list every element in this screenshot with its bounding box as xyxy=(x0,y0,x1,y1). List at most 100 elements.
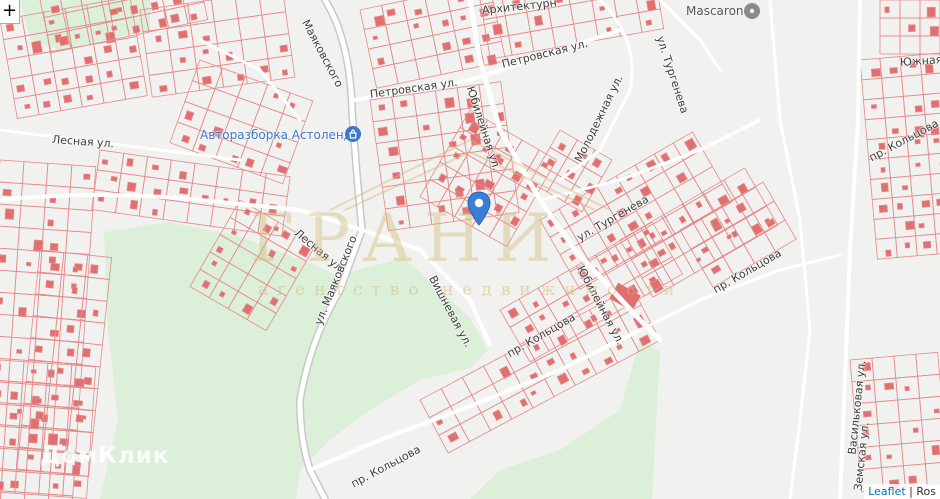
building xyxy=(35,411,44,420)
building xyxy=(126,181,137,193)
building xyxy=(83,376,93,386)
building xyxy=(89,264,99,275)
building xyxy=(63,94,73,104)
building xyxy=(918,223,925,229)
building xyxy=(533,15,544,27)
building xyxy=(169,13,180,24)
building xyxy=(2,188,12,197)
building xyxy=(904,242,911,249)
building xyxy=(281,69,289,76)
building xyxy=(889,67,898,74)
building xyxy=(0,481,4,491)
building xyxy=(72,266,79,273)
building xyxy=(66,348,75,357)
building xyxy=(49,329,59,337)
building xyxy=(926,7,936,18)
attribution-separator: | xyxy=(905,485,917,498)
building xyxy=(399,99,408,108)
building xyxy=(17,44,24,51)
building xyxy=(81,415,87,420)
building xyxy=(16,408,23,415)
poi-autoparts-label[interactable]: Авторазборка Астоленд xyxy=(200,128,352,142)
building xyxy=(95,30,102,36)
building xyxy=(915,162,921,167)
building xyxy=(155,35,162,43)
building xyxy=(129,4,139,15)
building xyxy=(111,25,118,32)
building xyxy=(599,5,606,12)
building xyxy=(10,480,19,489)
building xyxy=(110,175,118,182)
building xyxy=(908,24,916,32)
building xyxy=(61,77,70,86)
building xyxy=(486,54,498,66)
building xyxy=(116,6,123,13)
building xyxy=(151,208,159,216)
building xyxy=(492,23,504,36)
building xyxy=(645,19,653,26)
building xyxy=(129,80,140,90)
building xyxy=(34,397,42,404)
building xyxy=(150,1,159,11)
building xyxy=(441,41,452,52)
building xyxy=(85,75,94,84)
building xyxy=(914,105,923,113)
zoom-in-button[interactable]: + xyxy=(0,0,20,24)
building xyxy=(880,167,886,173)
building xyxy=(72,399,79,407)
building xyxy=(159,84,168,93)
building xyxy=(86,94,94,101)
building xyxy=(0,297,4,305)
shop-icon[interactable] xyxy=(345,126,361,142)
building xyxy=(109,7,119,16)
building xyxy=(9,412,18,420)
building xyxy=(103,44,113,54)
building xyxy=(29,418,40,430)
building xyxy=(73,480,82,488)
building xyxy=(896,202,904,210)
building xyxy=(27,454,35,460)
building xyxy=(4,208,15,220)
building xyxy=(414,8,423,16)
map-canvas[interactable]: Архитектурн Маяковского Петровская ул. П… xyxy=(0,0,940,499)
building xyxy=(16,349,23,354)
building xyxy=(0,363,2,371)
location-marker-icon[interactable] xyxy=(467,191,491,231)
building xyxy=(202,48,209,55)
building xyxy=(34,345,43,353)
poi-mascaron-label[interactable]: Mascaron xyxy=(686,4,744,18)
building xyxy=(275,142,283,149)
building xyxy=(30,369,37,374)
building xyxy=(930,99,940,109)
building xyxy=(908,475,918,484)
building xyxy=(464,54,475,64)
building xyxy=(178,170,188,180)
building xyxy=(378,104,386,111)
place-pin-icon[interactable] xyxy=(744,3,760,19)
building xyxy=(422,124,430,131)
building xyxy=(9,438,17,446)
building xyxy=(48,256,57,264)
building xyxy=(132,24,141,34)
leaflet-link[interactable]: Leaflet xyxy=(868,485,905,498)
building xyxy=(81,347,91,358)
building xyxy=(16,84,26,93)
building xyxy=(936,198,940,207)
building xyxy=(0,389,2,398)
building xyxy=(66,324,75,334)
watermark-subtitle: агентство недвижимости xyxy=(258,280,684,300)
building xyxy=(47,219,54,227)
building xyxy=(151,164,160,171)
building xyxy=(871,104,877,109)
building xyxy=(884,6,890,13)
building xyxy=(42,100,51,109)
building xyxy=(388,146,399,157)
building xyxy=(901,185,909,191)
building xyxy=(377,57,386,66)
map-attribution: Leaflet | Ros xyxy=(864,484,940,499)
building xyxy=(26,261,32,267)
building xyxy=(870,68,882,78)
building xyxy=(279,44,289,53)
building xyxy=(74,33,81,40)
building xyxy=(646,0,657,12)
